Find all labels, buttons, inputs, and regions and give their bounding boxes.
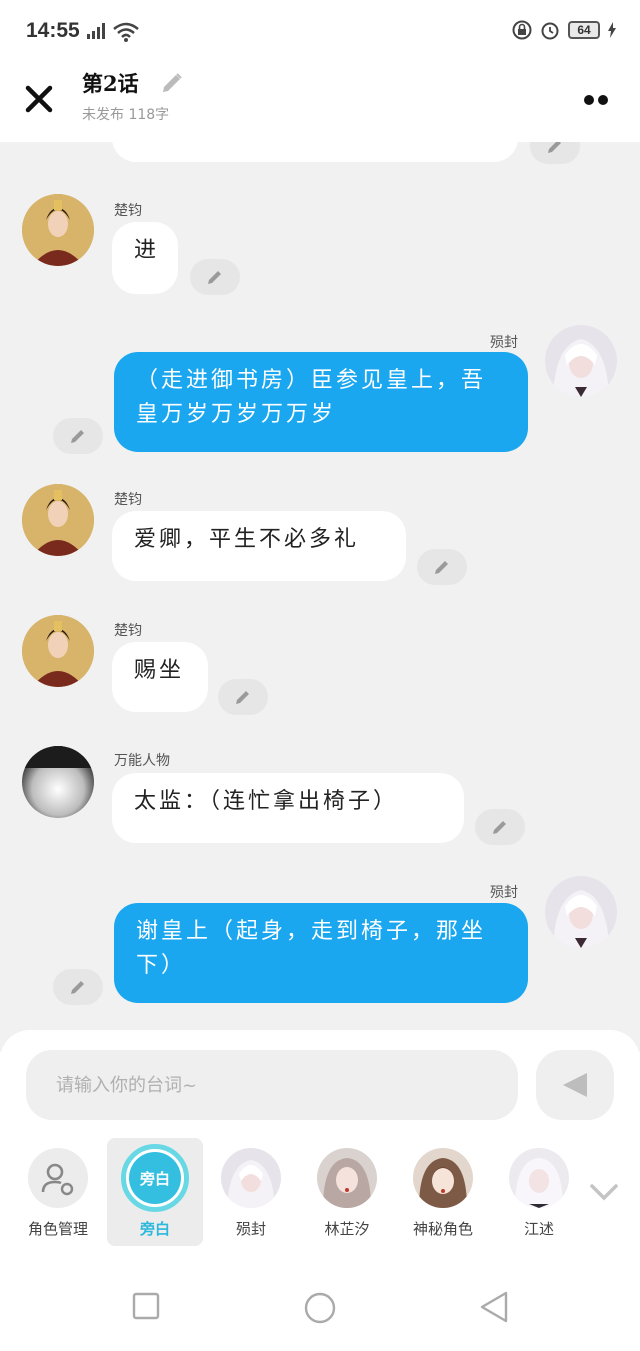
emperor-avatar-icon bbox=[22, 484, 94, 556]
silverhair-avatar-icon bbox=[545, 876, 617, 948]
narration-badge: 旁白 bbox=[129, 1152, 181, 1204]
avatar[interactable] bbox=[22, 194, 94, 266]
character-avatar bbox=[509, 1148, 569, 1208]
silverhair-avatar-icon bbox=[221, 1148, 281, 1208]
role-label: 林芷汐 bbox=[324, 1220, 370, 1238]
more-options-button[interactable] bbox=[584, 90, 614, 105]
role-label: 角色管理 bbox=[27, 1220, 88, 1238]
person-settings-icon bbox=[41, 1163, 74, 1196]
edit-message-button[interactable] bbox=[53, 969, 103, 1005]
pencil-icon bbox=[236, 691, 249, 704]
signal-icon bbox=[87, 23, 105, 39]
battery-indicator: 64 bbox=[568, 21, 600, 39]
sender-name: 殒封 bbox=[490, 335, 518, 351]
back-icon[interactable] bbox=[478, 1291, 510, 1323]
character-avatar bbox=[413, 1148, 473, 1208]
system-nav-bar bbox=[0, 1270, 640, 1351]
line-input[interactable] bbox=[26, 1050, 518, 1120]
home-icon[interactable] bbox=[303, 1291, 337, 1325]
status-right: 64 bbox=[512, 20, 616, 40]
edit-message-button[interactable] bbox=[475, 809, 525, 845]
role-manage-icon-wrap bbox=[28, 1148, 88, 1208]
status-bar: 14:55 64 bbox=[0, 0, 640, 62]
avatar[interactable] bbox=[545, 325, 617, 397]
universal-avatar-icon bbox=[22, 746, 94, 818]
send-button[interactable] bbox=[536, 1050, 614, 1120]
narration-ring: 旁白 bbox=[121, 1144, 189, 1212]
role-narration[interactable]: 旁白 旁白 bbox=[107, 1138, 203, 1246]
page-subtitle: 未发布 118字 bbox=[82, 107, 170, 123]
avatar[interactable] bbox=[22, 746, 94, 818]
edit-message-button[interactable] bbox=[218, 679, 268, 715]
message-bubble[interactable]: 进 bbox=[112, 222, 178, 294]
role-label: 江述 bbox=[523, 1220, 554, 1238]
edit-message-button[interactable] bbox=[190, 259, 240, 295]
message-bubble[interactable]: （走进御书房）臣参见皇上，吾皇万岁万岁万万岁 bbox=[114, 352, 528, 452]
message-bubble[interactable]: 爱卿，平生不必多礼 bbox=[112, 511, 406, 581]
chat-area[interactable]: 楚钧 进 殒封 （走进御书房）臣参见皇上，吾皇万岁万岁万万岁 楚钧 爱卿，平生不… bbox=[0, 142, 640, 1052]
role-manage-button[interactable]: 角色管理 bbox=[10, 1138, 106, 1246]
role-label: 旁白 bbox=[139, 1220, 170, 1238]
message-bubble[interactable]: 谢皇上（起身，走到椅子，那坐下） bbox=[114, 903, 528, 1003]
status-time: 14:55 bbox=[26, 19, 80, 42]
message-bubble[interactable]: 赐坐 bbox=[112, 642, 208, 712]
sender-name: 楚钧 bbox=[114, 203, 142, 219]
sender-name: 楚钧 bbox=[114, 623, 142, 639]
charging-icon bbox=[608, 22, 616, 38]
role-character[interactable]: 江述 bbox=[491, 1138, 587, 1246]
alarm-icon bbox=[541, 22, 559, 40]
girl-avatar-icon bbox=[317, 1148, 377, 1208]
whitehair-avatar-icon bbox=[509, 1148, 569, 1208]
header: 第2话 未发布 118字 bbox=[0, 62, 640, 142]
role-character[interactable]: 殒封 bbox=[203, 1138, 299, 1246]
recent-apps-icon[interactable] bbox=[132, 1292, 160, 1320]
role-character[interactable]: 神秘角色 bbox=[395, 1138, 491, 1246]
silverhair-avatar-icon bbox=[545, 325, 617, 397]
role-label: 殒封 bbox=[235, 1220, 266, 1238]
edit-message-button[interactable] bbox=[417, 549, 467, 585]
send-icon bbox=[563, 1073, 587, 1097]
close-icon[interactable] bbox=[22, 82, 56, 116]
edit-message-button[interactable] bbox=[53, 418, 103, 454]
pencil-icon bbox=[548, 142, 561, 153]
mystery-avatar-icon bbox=[413, 1148, 473, 1208]
chevron-down-icon[interactable] bbox=[588, 1182, 620, 1202]
page-title: 第2话 bbox=[82, 71, 139, 96]
role-label: 神秘角色 bbox=[412, 1220, 473, 1238]
edit-message-button[interactable] bbox=[530, 142, 580, 164]
previous-bubble bbox=[112, 142, 518, 162]
character-avatar bbox=[317, 1148, 377, 1208]
character-avatar bbox=[221, 1148, 281, 1208]
avatar[interactable] bbox=[22, 484, 94, 556]
emperor-avatar-icon bbox=[22, 615, 94, 687]
pencil-icon bbox=[71, 981, 84, 994]
sender-name: 楚钧 bbox=[114, 492, 142, 508]
pencil-icon bbox=[71, 430, 84, 443]
avatar[interactable] bbox=[545, 876, 617, 948]
sender-name: 万能人物 bbox=[114, 753, 170, 769]
pencil-icon bbox=[208, 271, 221, 284]
pencil-icon bbox=[493, 821, 506, 834]
edit-title-icon[interactable] bbox=[160, 71, 184, 95]
message-bubble[interactable]: 太监：（连忙拿出椅子） bbox=[112, 773, 464, 843]
wifi-icon bbox=[113, 22, 139, 42]
lock-icon bbox=[512, 20, 532, 40]
emperor-avatar-icon bbox=[22, 194, 94, 266]
sender-name: 殒封 bbox=[490, 885, 518, 901]
role-character[interactable]: 林芷汐 bbox=[299, 1138, 395, 1246]
role-bar: 角色管理 旁白 旁白 殒封 林芷汐 神秘角色 江述 bbox=[0, 1138, 640, 1248]
composer-panel: 角色管理 旁白 旁白 殒封 bbox=[0, 1030, 640, 1270]
avatar[interactable] bbox=[22, 615, 94, 687]
pencil-icon bbox=[435, 561, 448, 574]
